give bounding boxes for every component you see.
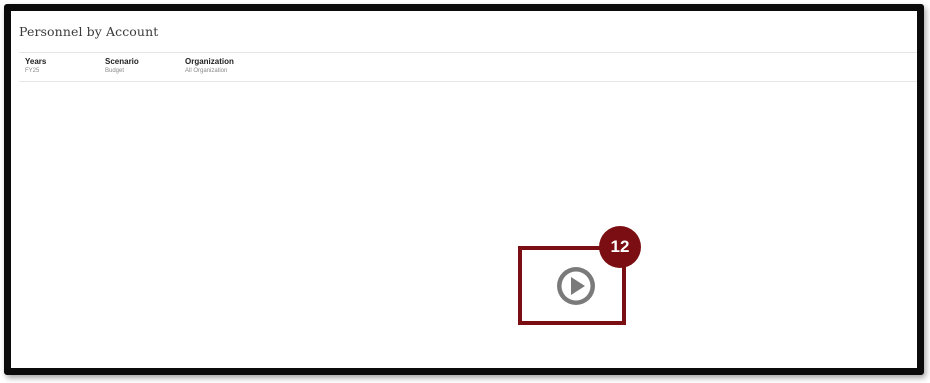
pov-years[interactable]: Years FY25 xyxy=(25,57,46,76)
pov-organization[interactable]: Organization All Organization xyxy=(185,57,234,76)
pov-organization-label: Organization xyxy=(185,57,234,66)
form-panel: Personnel by Account Years FY25 Scenario… xyxy=(11,11,917,368)
pov-bar: Years FY25 Scenario Budget Organization … xyxy=(19,52,917,82)
play-circle-icon[interactable] xyxy=(556,266,596,306)
pov-organization-value: All Organization xyxy=(185,68,228,74)
step-number-badge: 12 xyxy=(599,226,641,268)
pov-years-value: FY25 xyxy=(25,68,40,74)
pov-scenario-value: Budget xyxy=(105,68,125,74)
pov-scenario[interactable]: Scenario Budget xyxy=(105,57,139,76)
pov-scenario-label: Scenario xyxy=(105,57,139,66)
screenshot-frame: Personnel by Account Years FY25 Scenario… xyxy=(4,4,924,375)
page-title: Personnel by Account xyxy=(19,24,159,39)
pov-years-label: Years xyxy=(25,57,47,66)
